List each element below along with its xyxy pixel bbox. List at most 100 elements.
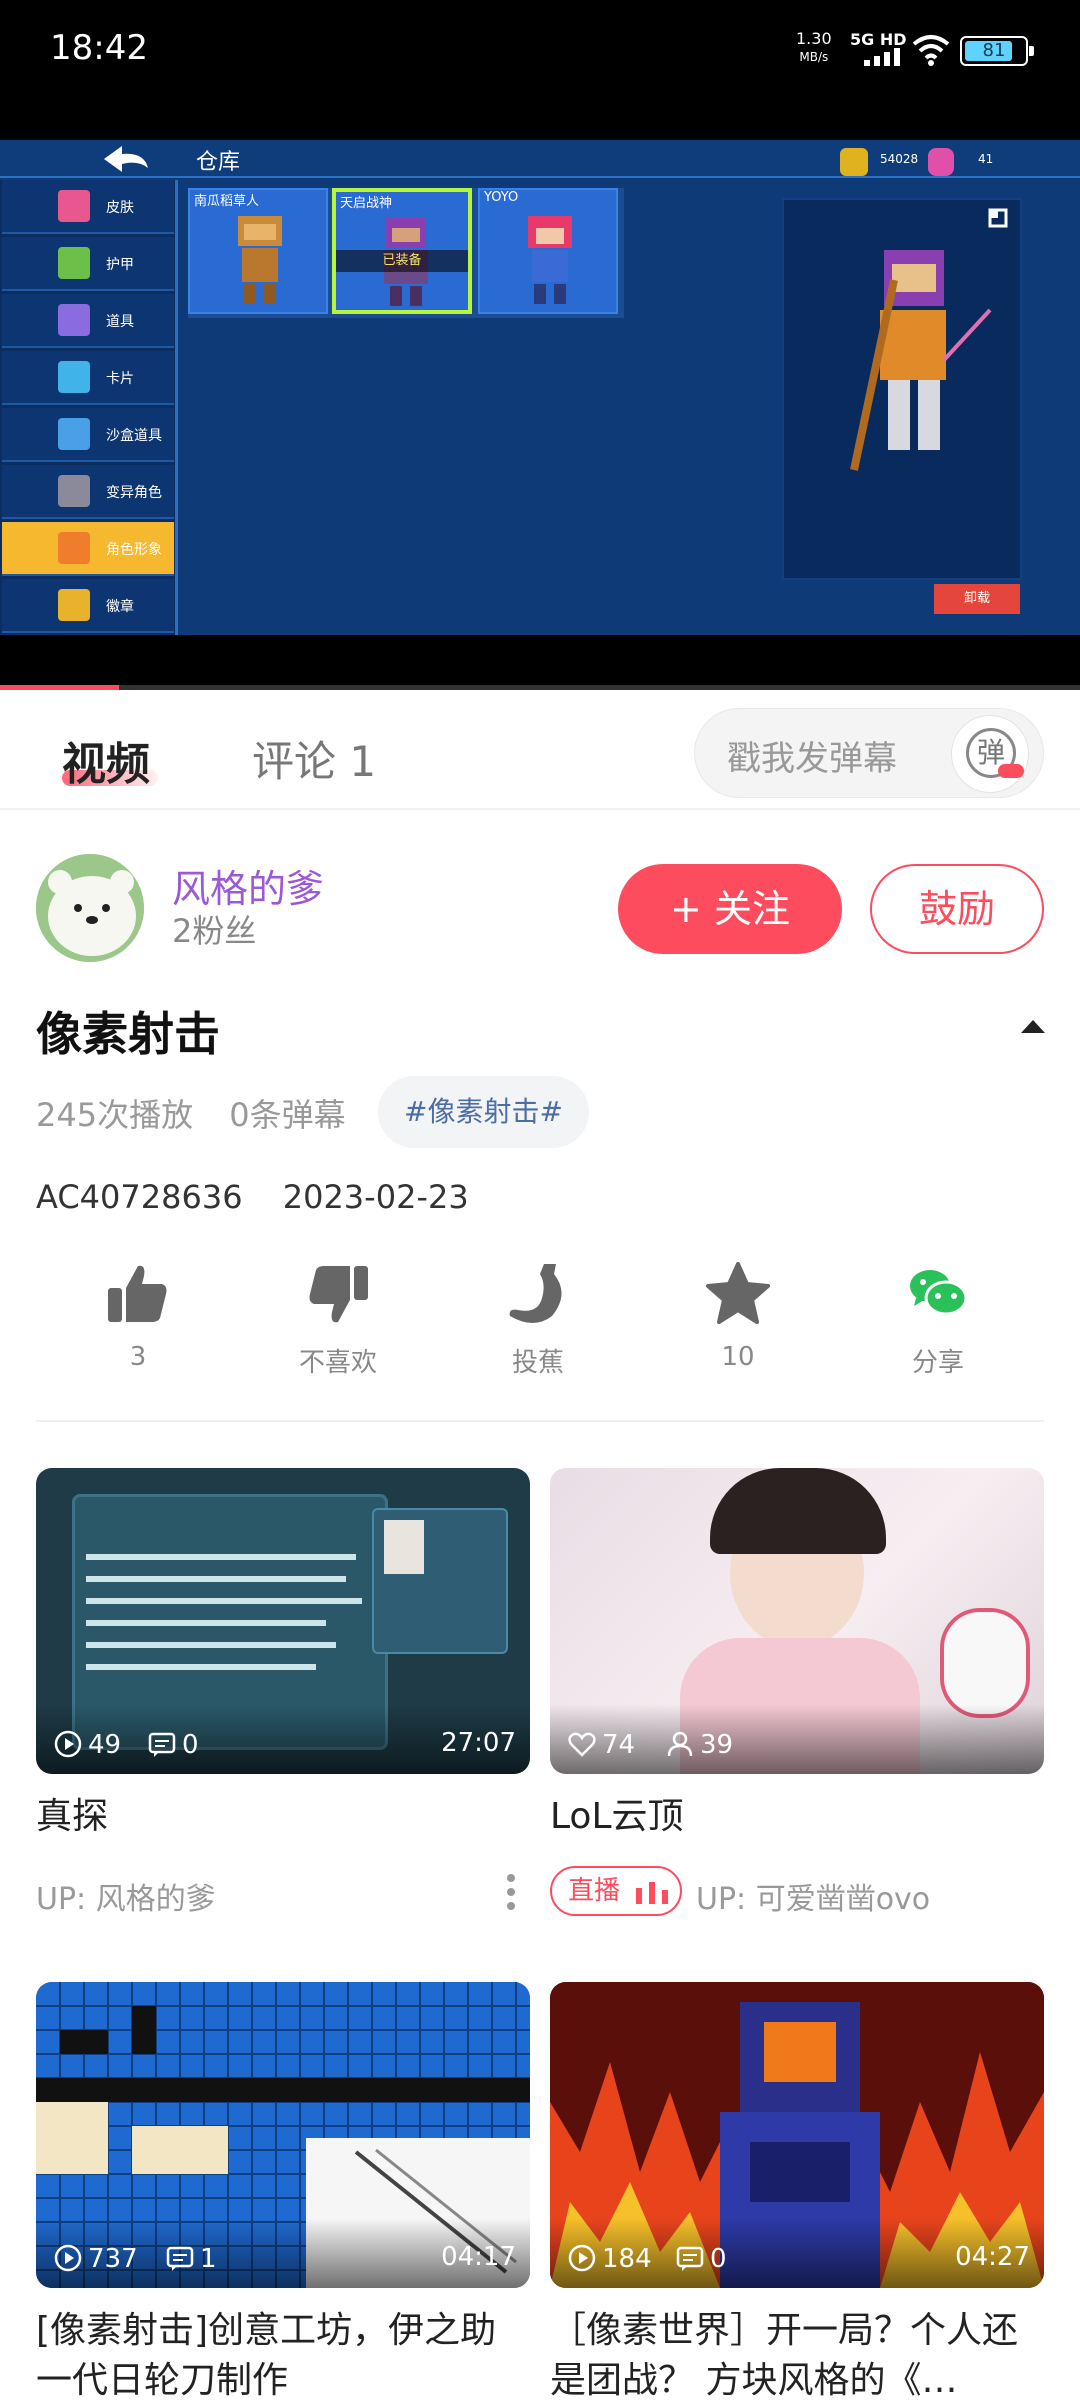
- viewer-stat: 39: [666, 1730, 733, 1760]
- play-icon: [54, 1730, 82, 1758]
- like-stat: 74: [568, 1730, 635, 1760]
- favorite-button[interactable]: 10: [658, 1256, 818, 1386]
- danmaku-placeholder: 戳我发弹幕: [727, 739, 897, 779]
- recommended-video-card[interactable]: 184 0 04:27 ［像素世界］开一局？个人还是团战？ 方块风格的《…: [550, 1982, 1044, 2401]
- comment-stat: 0: [676, 2244, 727, 2274]
- status-time: 18:42: [50, 28, 148, 68]
- game-sidebar: 皮肤 护甲 道具 卡片 沙盒道具 变异角色 角色形象 徽章: [0, 180, 178, 635]
- recommended-video-card[interactable]: 49 0 27:07 真探 UP: 风格的爹: [36, 1468, 530, 1928]
- thumb-text-lines-icon: [86, 1554, 362, 1670]
- play-icon: [568, 2244, 596, 2272]
- live-badge: 直播: [550, 1866, 682, 1916]
- danmaku-count: 0条弹幕: [229, 1096, 346, 1134]
- badge-icon: [58, 589, 90, 621]
- skin-card: 南瓜稻草人: [188, 188, 328, 314]
- more-vertical-icon[interactable]: [506, 1872, 516, 1912]
- dislike-label: 不喜欢: [298, 1348, 377, 1378]
- uploader-name[interactable]: 风格的爹: [172, 858, 324, 913]
- danmaku-input[interactable]: 戳我发弹幕 弹: [694, 708, 1044, 798]
- coin-count: 54028: [880, 152, 919, 166]
- recommended-video-uploader: UP: 风格的爹: [36, 1882, 216, 1917]
- section-divider: [36, 1420, 1044, 1422]
- game-topbar: 仓库 54028 41: [0, 140, 1080, 178]
- skin-card-name: 天启战神: [340, 196, 393, 211]
- battery-level: 81: [982, 40, 1006, 61]
- mutant-icon: [58, 475, 90, 507]
- share-label: 分享: [911, 1348, 964, 1378]
- video-frame: 仓库 54028 41 皮肤 护甲 道具 卡片 沙盒道具 变异角色 角色形象 徽…: [0, 140, 1080, 635]
- game-sidebar-label: 徽章: [106, 599, 134, 615]
- video-player[interactable]: 仓库 54028 41 皮肤 护甲 道具 卡片 沙盒道具 变异角色 角色形象 徽…: [0, 140, 1080, 690]
- game-sidebar-label: 变异角色: [106, 485, 162, 501]
- topic-tag[interactable]: #像素射击#: [378, 1076, 589, 1148]
- share-button[interactable]: 分享: [858, 1256, 1018, 1386]
- game-title: 仓库: [196, 150, 241, 175]
- comment-count: 1: [200, 2244, 217, 2274]
- comment-count: 0: [710, 2244, 727, 2274]
- gem-icon: [928, 148, 954, 176]
- equipped-badge: 已装备: [336, 250, 468, 272]
- network-type: 5G HD: [850, 30, 907, 49]
- game-sidebar-label: 护甲: [106, 257, 134, 273]
- avatar[interactable]: [36, 854, 144, 962]
- wechat-icon: [910, 1270, 968, 1316]
- detail-tabs: 视频 评论 1 戳我发弹幕 弹: [0, 690, 1080, 810]
- star-icon: [706, 1262, 770, 1324]
- game-sidebar-item: 变异角色: [2, 465, 174, 519]
- tab-comments[interactable]: 评论 1: [252, 728, 376, 789]
- video-duration: 04:27: [955, 2242, 1030, 2272]
- banana-icon: [509, 1264, 562, 1323]
- yoyo-figure-icon: [528, 216, 572, 304]
- comment-icon: [166, 2246, 194, 2271]
- like-button[interactable]: 3: [58, 1256, 218, 1386]
- video-thumbnail[interactable]: 49 0 27:07: [36, 1468, 530, 1774]
- character-model-icon: [850, 250, 992, 471]
- skin-icon: [58, 190, 90, 222]
- video-duration: 04:17: [441, 2242, 516, 2272]
- game-sidebar-item: 皮肤: [2, 180, 174, 234]
- battery-icon: 81: [960, 36, 1034, 66]
- game-sidebar-item: 护甲: [2, 237, 174, 291]
- recommended-video-title: [像素射击]创意工坊，伊之助一代日轮刀制作: [36, 2310, 497, 2401]
- skin-card-name: YOYO: [484, 190, 519, 205]
- skin-grid: 南瓜稻草人 天启战神 已装备 YOYO: [188, 188, 624, 318]
- thumb-photo-icon: [384, 1520, 424, 1574]
- status-bar: 18:42 1.30 MB/s 5G HD 81: [0, 0, 1080, 140]
- recommended-video-card[interactable]: 737 1 04:17 [像素射击]创意工坊，伊之助一代日轮刀制作: [36, 1982, 530, 2401]
- comment-stat: 1: [166, 2244, 217, 2274]
- play-icon: [54, 2244, 82, 2272]
- play-count: 737: [88, 2244, 138, 2274]
- chevron-up-icon[interactable]: [1020, 1018, 1046, 1034]
- game-sidebar-label: 皮肤: [106, 200, 134, 216]
- tab-video[interactable]: 视频: [62, 728, 150, 792]
- dislike-button[interactable]: 不喜欢: [258, 1256, 418, 1386]
- skin-card-name: 南瓜稻草人: [194, 194, 260, 209]
- plush-toy-icon: [940, 1608, 1030, 1718]
- unequip-button: 卸载: [934, 584, 1020, 614]
- play-count: 184: [602, 2244, 652, 2274]
- live-bars-icon: [636, 1882, 668, 1904]
- game-sidebar-item: 徽章: [2, 579, 174, 633]
- favorite-count: 10: [721, 1342, 755, 1372]
- live-thumbnail[interactable]: 74 39: [550, 1468, 1044, 1774]
- coin-icon: [840, 148, 868, 176]
- like-count: 3: [129, 1342, 147, 1372]
- armor-icon: [58, 247, 90, 279]
- net-speed-unit: MB/s: [799, 50, 829, 64]
- comment-icon: [148, 1732, 176, 1757]
- character-preview: [782, 198, 1022, 580]
- play-stat: 184: [568, 2244, 652, 2274]
- banana-button[interactable]: 投蕉: [458, 1256, 618, 1386]
- follow-button[interactable]: + 关注: [618, 864, 842, 954]
- recommended-live-card[interactable]: 74 39 LoL云顶 直播 UP: 可爱凿凿ovo: [550, 1468, 1044, 1928]
- danmaku-switch-icon: [998, 764, 1024, 778]
- play-stat: 737: [54, 2244, 138, 2274]
- danmaku-toggle-button[interactable]: 弹: [951, 715, 1029, 793]
- back-arrow-icon: [104, 146, 148, 172]
- video-thumbnail[interactable]: 737 1 04:17: [36, 1982, 530, 2288]
- game-sidebar-label: 沙盒道具: [106, 428, 162, 444]
- video-thumbnail[interactable]: 184 0 04:27: [550, 1982, 1044, 2288]
- uploader-row: 风格的爹 2粉丝 + 关注 鼓励: [0, 850, 1080, 970]
- encourage-button[interactable]: 鼓励: [870, 864, 1044, 954]
- recommended-video-title: 真探: [36, 1796, 109, 1837]
